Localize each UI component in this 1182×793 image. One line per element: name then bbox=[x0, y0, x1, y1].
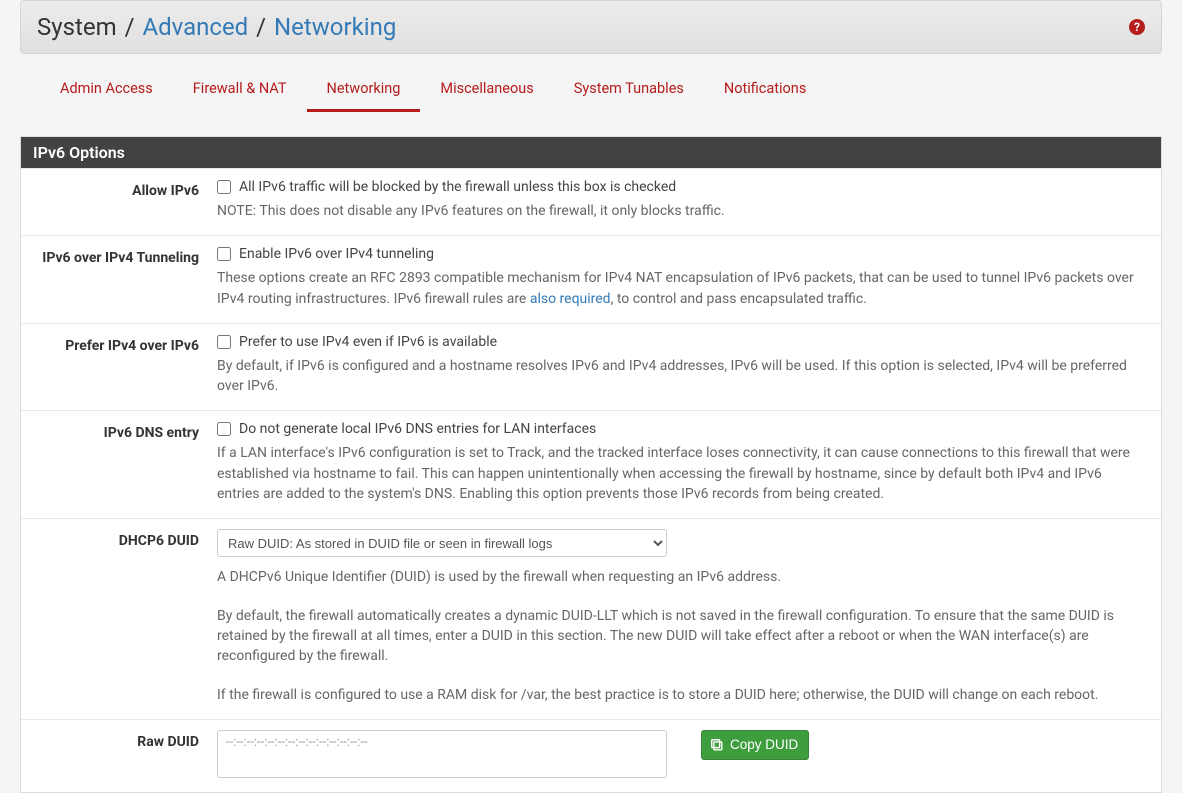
row-raw-duid: Raw DUID Copy DUID bbox=[21, 719, 1161, 792]
tab-notifications[interactable]: Notifications bbox=[704, 68, 826, 112]
check-text-ipv6-dns: Do not generate local IPv6 DNS entries f… bbox=[239, 421, 596, 437]
row-prefer-ipv4: Prefer IPv4 over IPv6 Prefer to use IPv4… bbox=[21, 323, 1161, 411]
check-allow-ipv6[interactable]: All IPv6 traffic will be blocked by the … bbox=[217, 179, 1143, 195]
breadcrumb-advanced[interactable]: Advanced bbox=[142, 13, 248, 41]
tabs: Admin Access Firewall & NAT Networking M… bbox=[40, 68, 1142, 112]
check-prefer-ipv4[interactable]: Prefer to use IPv4 even if IPv6 is avail… bbox=[217, 334, 1143, 350]
help-allow-ipv6: NOTE: This does not disable any IPv6 fea… bbox=[217, 201, 1143, 221]
check-text-prefer-ipv4: Prefer to use IPv4 even if IPv6 is avail… bbox=[239, 334, 497, 350]
breadcrumb-panel: System / Advanced / Networking ? bbox=[20, 0, 1162, 54]
breadcrumb: System / Advanced / Networking bbox=[37, 13, 396, 41]
textarea-raw-duid[interactable] bbox=[217, 730, 667, 778]
row-dhcp6-duid: DHCP6 DUID Raw DUID: As stored in DUID f… bbox=[21, 518, 1161, 718]
copy-icon bbox=[710, 738, 724, 752]
help-ipv6-over-ipv4: These options create an RFC 2893 compati… bbox=[217, 268, 1143, 309]
row-allow-ipv6: Allow IPv6 All IPv6 traffic will be bloc… bbox=[21, 168, 1161, 235]
breadcrumb-sep: / bbox=[125, 13, 141, 41]
help-dhcp6-duid-1: A DHCPv6 Unique Identifier (DUID) is use… bbox=[217, 567, 1143, 587]
help-prefer-ipv4: By default, if IPv6 is configured and a … bbox=[217, 356, 1143, 397]
label-ipv6-dns: IPv6 DNS entry bbox=[21, 421, 217, 504]
check-text-ipv6-over-ipv4: Enable IPv6 over IPv4 tunneling bbox=[239, 246, 434, 262]
link-also-required[interactable]: also required bbox=[530, 291, 611, 307]
copy-duid-button[interactable]: Copy DUID bbox=[701, 730, 809, 760]
check-ipv6-over-ipv4[interactable]: Enable IPv6 over IPv4 tunneling bbox=[217, 246, 1143, 262]
label-allow-ipv6: Allow IPv6 bbox=[21, 179, 217, 221]
breadcrumb-sep: / bbox=[256, 13, 272, 41]
check-text-allow-ipv6: All IPv6 traffic will be blocked by the … bbox=[239, 179, 676, 195]
breadcrumb-root[interactable]: System bbox=[37, 13, 117, 41]
tab-firewall-nat[interactable]: Firewall & NAT bbox=[173, 68, 307, 112]
check-ipv6-dns[interactable]: Do not generate local IPv6 DNS entries f… bbox=[217, 421, 1143, 437]
breadcrumb-networking[interactable]: Networking bbox=[274, 13, 396, 41]
label-prefer-ipv4: Prefer IPv4 over IPv6 bbox=[21, 334, 217, 397]
ipv6-options-panel: IPv6 Options Allow IPv6 All IPv6 traffic… bbox=[20, 136, 1162, 793]
row-ipv6-dns: IPv6 DNS entry Do not generate local IPv… bbox=[21, 410, 1161, 518]
help-ipv6-dns: If a LAN interface's IPv6 configuration … bbox=[217, 443, 1143, 504]
label-ipv6-over-ipv4: IPv6 over IPv4 Tunneling bbox=[21, 246, 217, 309]
checkbox-prefer-ipv4[interactable] bbox=[217, 335, 231, 349]
select-dhcp6-duid[interactable]: Raw DUID: As stored in DUID file or seen… bbox=[217, 529, 667, 557]
tab-networking[interactable]: Networking bbox=[307, 68, 421, 112]
panel-header: IPv6 Options bbox=[21, 137, 1161, 168]
help-icon[interactable]: ? bbox=[1129, 19, 1145, 35]
row-ipv6-over-ipv4: IPv6 over IPv4 Tunneling Enable IPv6 ove… bbox=[21, 235, 1161, 323]
label-raw-duid: Raw DUID bbox=[21, 730, 217, 778]
label-dhcp6-duid: DHCP6 DUID bbox=[21, 529, 217, 704]
help-post: , to control and pass encapsulated traff… bbox=[611, 291, 867, 307]
tab-system-tunables[interactable]: System Tunables bbox=[554, 68, 704, 112]
help-dhcp6-duid-2: By default, the firewall automatically c… bbox=[217, 606, 1143, 667]
help-dhcp6-duid-3: If the firewall is configured to use a R… bbox=[217, 685, 1143, 705]
checkbox-allow-ipv6[interactable] bbox=[217, 180, 231, 194]
checkbox-ipv6-over-ipv4[interactable] bbox=[217, 247, 231, 261]
checkbox-ipv6-dns[interactable] bbox=[217, 422, 231, 436]
copy-duid-label: Copy DUID bbox=[730, 737, 798, 752]
tab-admin-access[interactable]: Admin Access bbox=[40, 68, 173, 112]
tab-miscellaneous[interactable]: Miscellaneous bbox=[420, 68, 553, 112]
